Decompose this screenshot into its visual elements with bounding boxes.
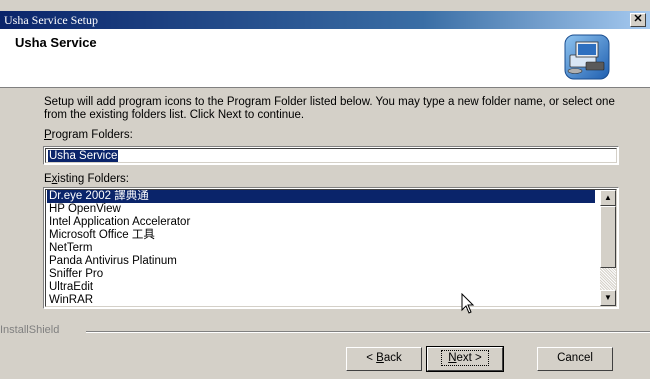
instructions-text: Setup will add program icons to the Prog…: [44, 96, 615, 121]
scroll-thumb[interactable]: [600, 206, 616, 268]
folder-list-item[interactable]: Panda Antivirus Platinum: [47, 255, 595, 268]
existing-folders-label: Existing Folders:: [44, 173, 130, 185]
mouse-pointer-icon: [461, 293, 475, 314]
program-folder-input-inner: Usha Service: [45, 148, 617, 163]
program-folders-label-text: rogram Folders:: [51, 129, 133, 141]
wizard-header: Usha Service: [0, 29, 650, 88]
folder-list-item[interactable]: UltraEdit: [47, 281, 595, 294]
folder-list-item[interactable]: HP OpenView: [47, 203, 595, 216]
next-button[interactable]: Next >: [426, 346, 504, 372]
back-prefix: <: [366, 352, 377, 364]
folder-list-item[interactable]: Sniffer Pro: [47, 268, 595, 281]
scroll-down-button[interactable]: ▼: [600, 290, 616, 306]
program-folders-accel: P: [44, 129, 52, 141]
install-computer-icon: [564, 34, 610, 80]
folder-list-item[interactable]: Microsoft Office 工具: [47, 229, 595, 242]
program-folders-label: Program Folders:: [44, 129, 133, 141]
folder-list-item[interactable]: Dr.eye 2002 譯典通: [47, 190, 595, 203]
installshield-divider: [86, 331, 650, 333]
program-folder-input[interactable]: Usha Service: [43, 146, 619, 165]
close-icon: ✕: [633, 13, 643, 25]
next-label: ext >: [456, 352, 482, 364]
folder-list-item[interactable]: WinRAR: [47, 294, 595, 306]
installshield-brand: InstallShield: [0, 324, 64, 336]
arrow-down-icon: ▼: [604, 293, 612, 302]
title-bar[interactable]: Usha Service Setup ✕: [0, 11, 650, 29]
back-button[interactable]: < Back: [346, 347, 422, 371]
folder-items: Dr.eye 2002 譯典通 HP OpenView Intel Applicat…: [47, 190, 595, 306]
header-title: Usha Service: [15, 35, 97, 50]
program-folder-value[interactable]: Usha Service: [48, 150, 119, 162]
existing-folders-first: E: [44, 173, 52, 185]
back-accel: B: [376, 352, 384, 364]
cancel-button[interactable]: Cancel: [537, 347, 613, 371]
arrow-up-icon: ▲: [604, 193, 612, 202]
back-label: ack: [383, 352, 402, 364]
list-scrollbar[interactable]: ▲ ▼: [600, 190, 616, 306]
existing-folders-list[interactable]: Dr.eye 2002 譯典通 HP OpenView Intel Applicat…: [43, 187, 619, 309]
folder-list-item[interactable]: NetTerm: [47, 242, 595, 255]
folder-list-item[interactable]: Intel Application Accelerator: [47, 216, 595, 229]
next-focus: Next >: [441, 350, 489, 366]
existing-folders-label-text: isting Folders:: [57, 173, 130, 185]
window-title: Usha Service Setup: [4, 13, 98, 27]
scroll-up-button[interactable]: ▲: [600, 190, 616, 206]
close-button[interactable]: ✕: [630, 13, 646, 27]
existing-folders-list-inner: Dr.eye 2002 譯典通 HP OpenView Intel Applicat…: [45, 189, 617, 307]
setup-window: Usha Service Setup ✕ Usha Service Setup …: [0, 0, 650, 379]
next-accel: N: [448, 352, 457, 364]
